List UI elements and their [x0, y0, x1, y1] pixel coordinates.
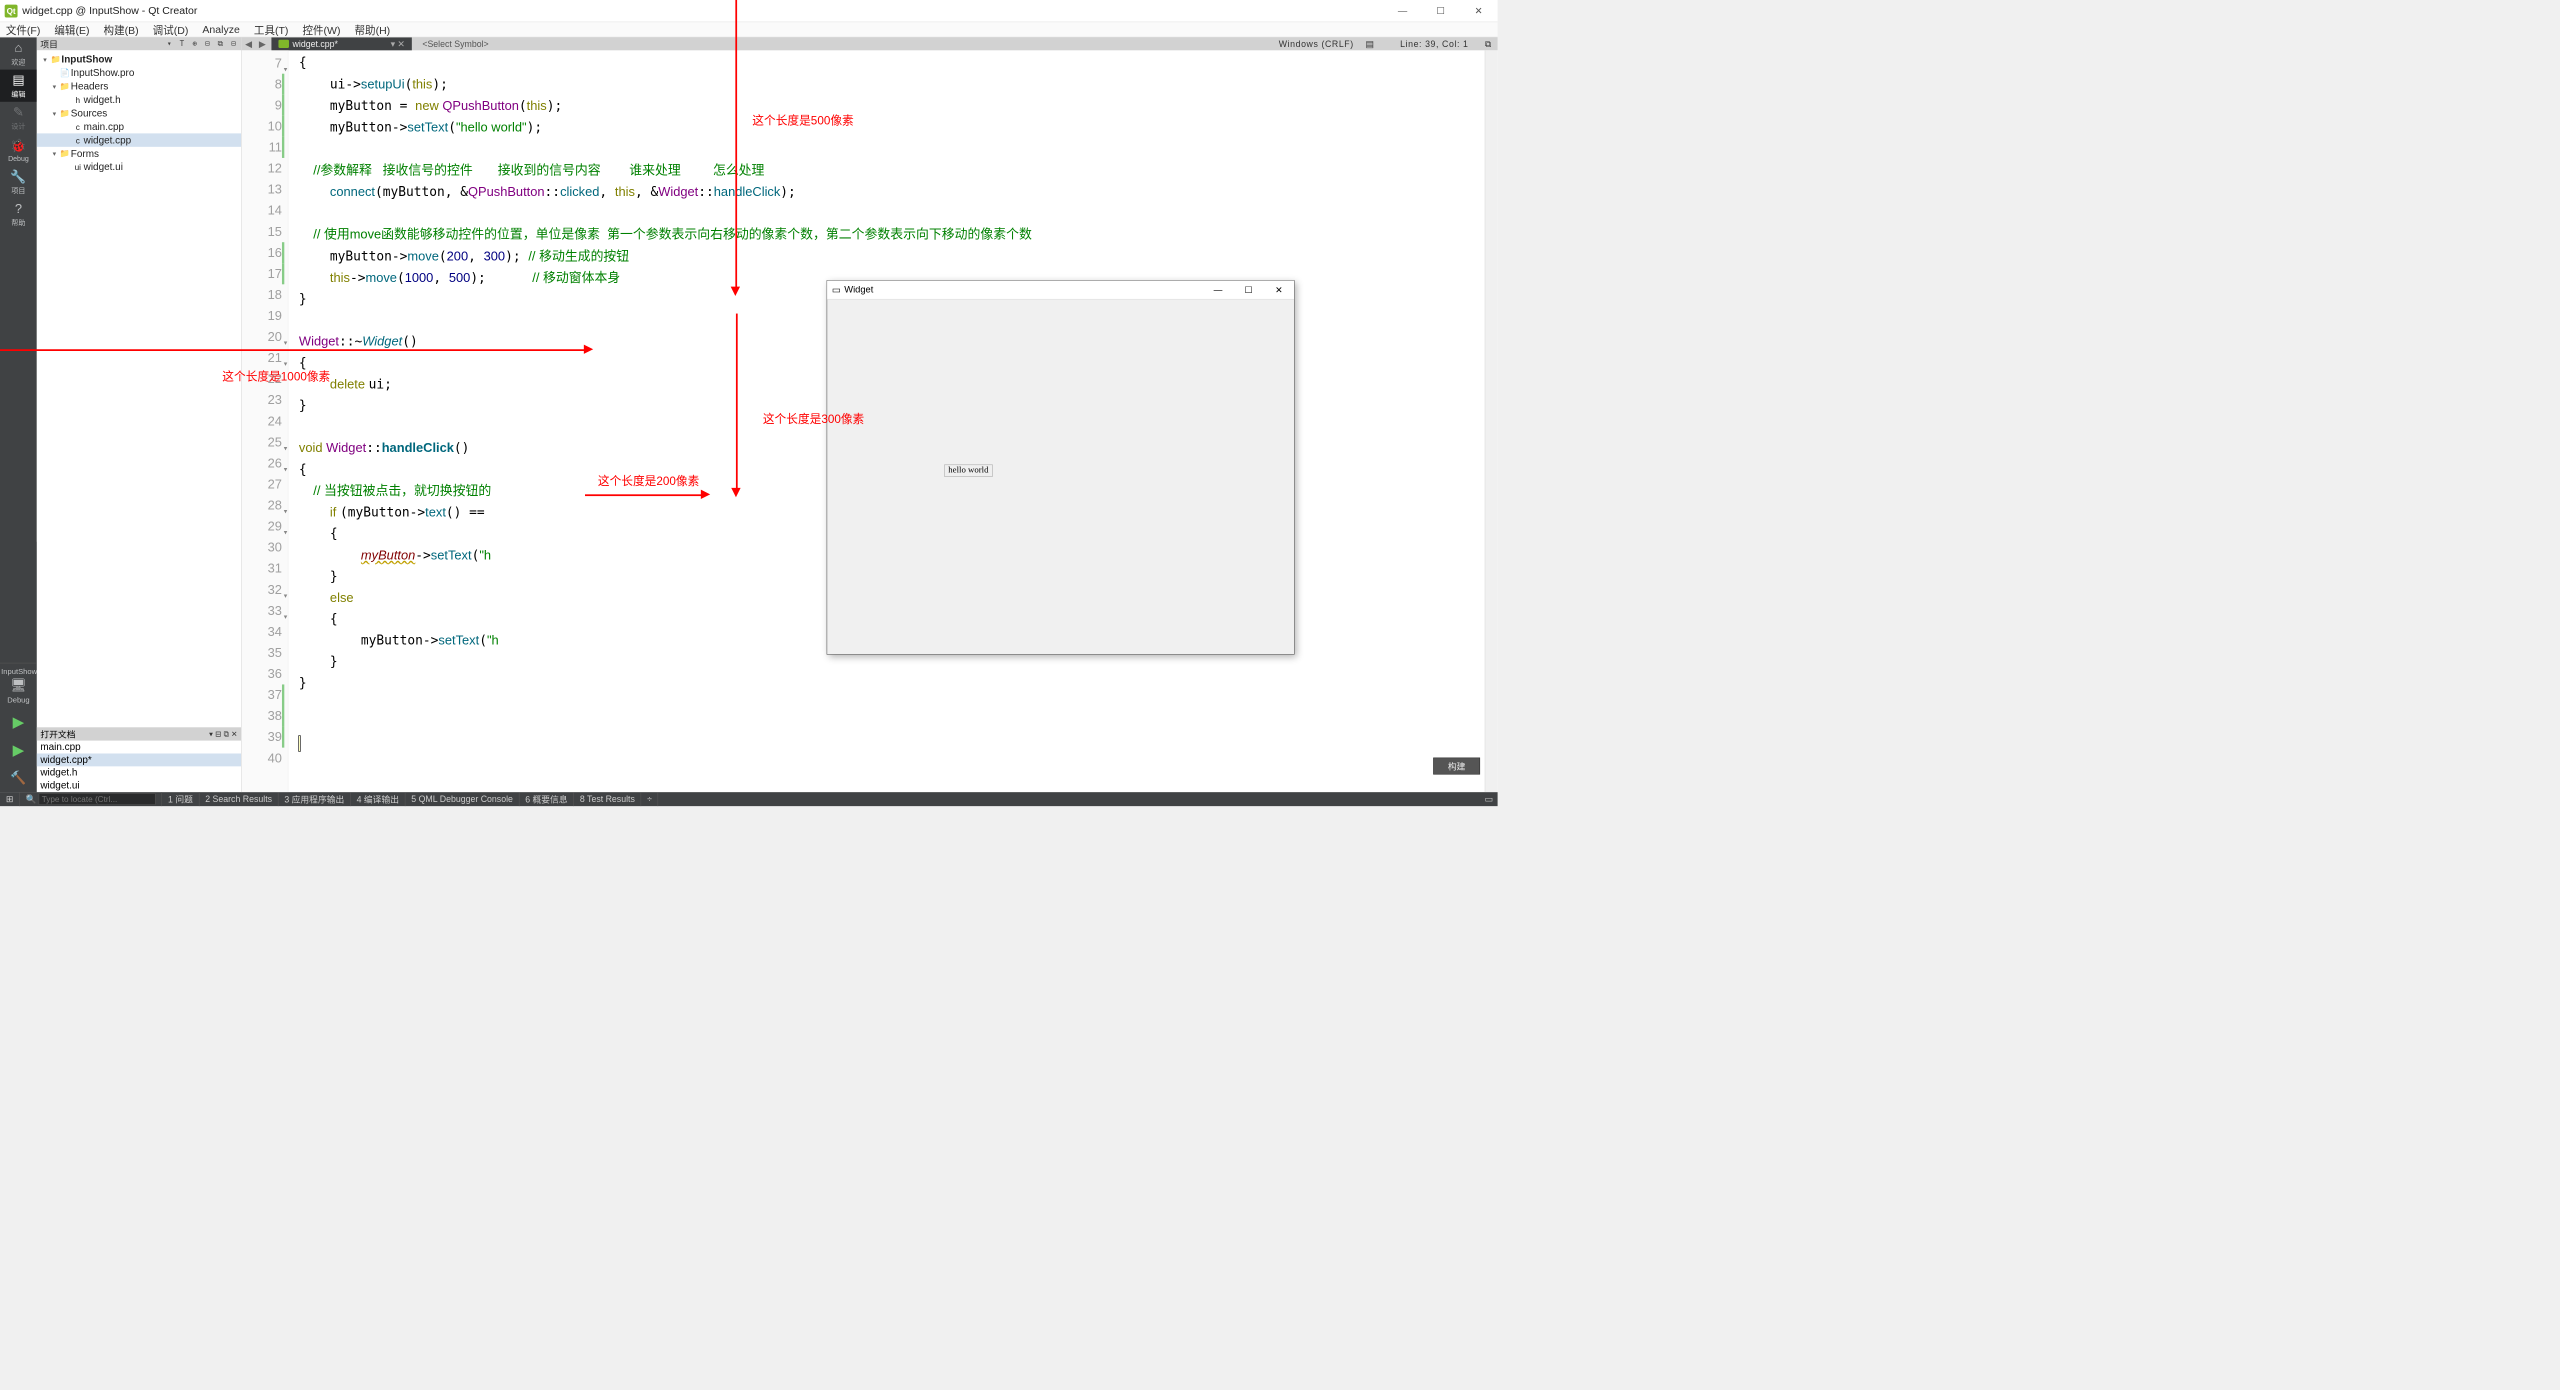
project-toolbar[interactable]: ▾ T ⊕ ⊟ ⧉ ⊟: [167, 39, 238, 48]
mode-debug[interactable]: 🐞Debug: [0, 134, 37, 166]
locator-input[interactable]: [39, 793, 156, 805]
mode-design[interactable]: ✎设计: [0, 102, 37, 134]
editor-tabstrip: ◀ ▶ widget.cpp* ▾ ✕ <Select Symbol> Wind…: [242, 37, 1498, 50]
widget-maximize-button[interactable]: ☐: [1233, 285, 1263, 296]
home-icon: ⌂: [15, 40, 23, 55]
tab-label: widget.cpp*: [293, 39, 338, 49]
pane-toggle-icon[interactable]: ÷: [641, 792, 658, 806]
encoding-indicator[interactable]: Windows (CRLF): [1279, 39, 1354, 49]
play-debug-icon: ▶: [13, 741, 25, 759]
hello-world-button[interactable]: hello world: [944, 464, 992, 476]
kit-selector[interactable]: InputShow🖥Debug: [0, 663, 37, 708]
tree-item-main-cpp[interactable]: cmain.cpp: [37, 120, 241, 133]
open-files-list[interactable]: main.cppwidget.cpp*widget.hwidget.ui: [37, 741, 241, 792]
open-file-widget-cpp-[interactable]: widget.cpp*: [37, 753, 241, 766]
open-file-widget-ui[interactable]: widget.ui: [37, 779, 241, 792]
issues-pane[interactable]: 1 问题: [162, 792, 199, 806]
projects-header: 项目: [40, 38, 58, 50]
split-icon[interactable]: ⧉: [1485, 39, 1492, 49]
wrench-icon: 🔧: [10, 169, 26, 184]
nav-fwd-icon[interactable]: ▶: [255, 39, 269, 50]
mode-projects[interactable]: 🔧项目: [0, 166, 37, 198]
editor-tab[interactable]: widget.cpp* ▾ ✕: [271, 37, 411, 50]
widget-preview-window[interactable]: ▭ Widget — ☐ ✕ hello world: [827, 280, 1295, 654]
titlebar: Qt widget.cpp @ InputShow - Qt Creator —…: [0, 0, 1498, 22]
tree-item-widget-h[interactable]: hwidget.h: [37, 93, 241, 106]
minimize-button[interactable]: —: [1384, 0, 1422, 22]
menu-help[interactable]: 帮助(H): [355, 22, 391, 37]
menu-window[interactable]: 控件(W): [302, 22, 340, 37]
app-output-pane[interactable]: 3 应用程序输出: [278, 792, 350, 806]
design-icon: ✎: [13, 105, 24, 120]
window-icon: ▭: [832, 284, 841, 296]
editor-area: ◀ ▶ widget.cpp* ▾ ✕ <Select Symbol> Wind…: [242, 37, 1498, 792]
close-button[interactable]: ✕: [1460, 0, 1498, 22]
test-results-pane[interactable]: 8 Test Results: [574, 792, 641, 806]
build-button[interactable]: 🔨: [10, 764, 26, 792]
search-icon: 🔍: [25, 794, 36, 805]
tree-item-inputshow[interactable]: ▾📁InputShow: [37, 53, 241, 66]
app-icon: Qt: [5, 4, 18, 17]
bug-icon: 🐞: [10, 138, 26, 153]
maximize-button[interactable]: ☐: [1422, 0, 1460, 22]
widget-title: Widget: [844, 285, 873, 296]
open-files-toolbar[interactable]: ▾ ⊟ ⧉ ✕: [209, 729, 237, 738]
mode-help[interactable]: ?帮助: [0, 198, 37, 230]
mode-edit[interactable]: ▤编辑: [0, 70, 37, 102]
menu-tools[interactable]: 工具(T): [254, 22, 289, 37]
window-title: widget.cpp @ InputShow - Qt Creator: [22, 5, 197, 17]
compile-output-pane[interactable]: 4 编译输出: [351, 792, 406, 806]
build-status-button[interactable]: 构建: [1433, 758, 1480, 775]
side-panel: 项目 ▾ T ⊕ ⊟ ⧉ ⊟ ▾📁InputShow📄InputShow.pro…: [37, 37, 242, 792]
tab-close-icon[interactable]: ▾ ✕: [391, 39, 405, 50]
bottom-bar: ⊞ 🔍 1 问题 2 Search Results 3 应用程序输出 4 编译输…: [0, 792, 1498, 806]
menu-build[interactable]: 构建(B): [104, 22, 139, 37]
nav-back-icon[interactable]: ◀: [242, 39, 256, 50]
vertical-scrollbar[interactable]: [1485, 50, 1498, 792]
widget-close-button[interactable]: ✕: [1264, 285, 1294, 296]
line-gutter[interactable]: 7▾891011121314151617181920▾21▾22232425▾2…: [242, 50, 289, 792]
menu-file[interactable]: 文件(F): [6, 22, 41, 37]
menu-analyze[interactable]: Analyze: [202, 23, 239, 35]
tree-item-headers[interactable]: ▾📁Headers: [37, 80, 241, 93]
debug-run-button[interactable]: ▶: [13, 736, 25, 764]
cursor-position[interactable]: Line: 39, Col: 1: [1400, 39, 1468, 49]
qml-console-pane[interactable]: 5 QML Debugger Console: [405, 792, 519, 806]
general-messages-pane[interactable]: 6 概要信息: [519, 792, 574, 806]
open-files-header: 打开文档: [40, 728, 75, 740]
run-button[interactable]: ▶: [13, 708, 25, 736]
tree-item-widget-cpp[interactable]: cwidget.cpp: [37, 133, 241, 146]
tree-item-sources[interactable]: ▾📁Sources: [37, 106, 241, 119]
widget-minimize-button[interactable]: —: [1203, 285, 1233, 296]
menu-edit[interactable]: 编辑(E): [54, 22, 89, 37]
menubar[interactable]: 文件(F) 编辑(E) 构建(B) 调试(D) Analyze 工具(T) 控件…: [0, 22, 1498, 37]
monitor-icon: 🖥: [1, 678, 36, 693]
tree-item-widget-ui[interactable]: uiwidget.ui: [37, 160, 241, 173]
tree-item-forms[interactable]: ▾📁Forms: [37, 147, 241, 160]
symbol-selector[interactable]: <Select Symbol>: [418, 39, 494, 49]
open-file-widget-h[interactable]: widget.h: [37, 766, 241, 779]
cpp-icon: [279, 40, 290, 48]
mode-bar: ⌂欢迎 ▤编辑 ✎设计 🐞Debug 🔧项目 ?帮助 InputShow🖥Deb…: [0, 37, 37, 792]
mode-welcome[interactable]: ⌂欢迎: [0, 37, 37, 69]
output-toggle-icon[interactable]: ⊞: [0, 792, 20, 806]
help-icon: ?: [15, 201, 22, 216]
edit-icon: ▤: [12, 73, 24, 88]
hammer-icon: 🔨: [10, 770, 26, 785]
progress-area: ▭: [1485, 794, 1498, 805]
tree-item-inputshow-pro[interactable]: 📄InputShow.pro: [37, 66, 241, 79]
search-results-pane[interactable]: 2 Search Results: [199, 792, 278, 806]
play-icon: ▶: [13, 713, 25, 731]
open-file-main-cpp[interactable]: main.cpp: [37, 741, 241, 754]
project-tree[interactable]: ▾📁InputShow📄InputShow.pro▾📁Headershwidge…: [37, 50, 241, 541]
menu-debug[interactable]: 调试(D): [153, 22, 189, 37]
